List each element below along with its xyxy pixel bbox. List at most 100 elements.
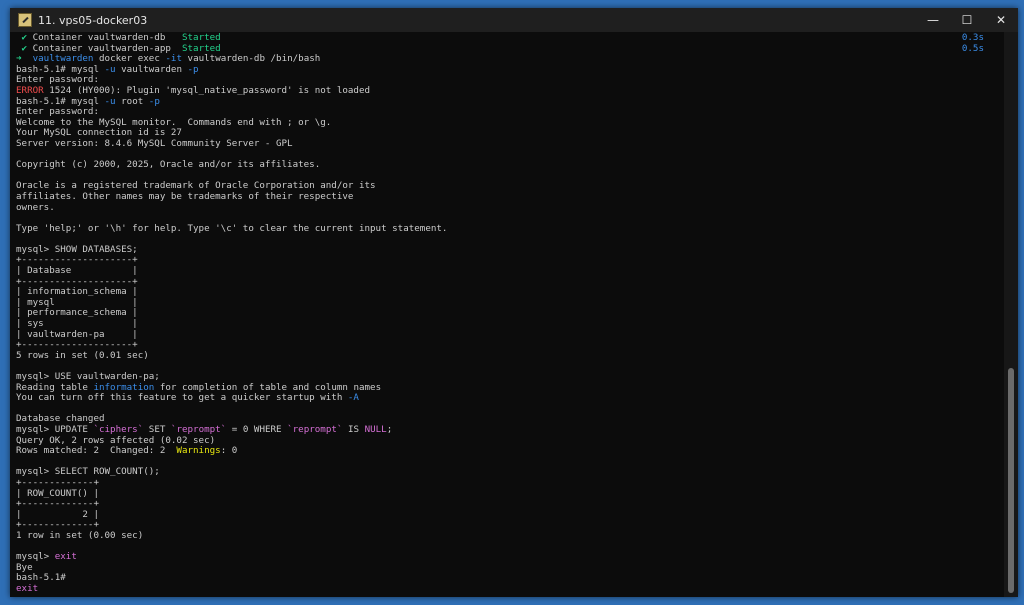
terminal-text: NULL [364,423,387,435]
terminal-line: | mysql | [16,296,1004,309]
terminal-text: 1 row in set (0.00 sec) [16,529,144,541]
terminal-text: | 2 | [16,508,99,520]
terminal-text: root [115,95,149,107]
terminal-text: affiliates. Other names may be trademark… [16,190,354,202]
terminal-text: IS [342,423,365,435]
terminal-text: docker exec [93,53,166,65]
terminal-text: SET [143,423,171,435]
window-title: 11. vps05-docker03 [38,13,148,27]
terminal-text: 5 rows in set (0.01 sec) [16,349,149,361]
terminal-output[interactable]: ✔ Container vaultwarden-db Started 0.3s ✔… [10,32,1004,597]
terminal-line: Type 'help;' or '\h' for help. Type '\c'… [16,222,1004,235]
terminal-text: bash-5.1# mysql [16,63,105,75]
terminal-text: Oracle is a registered trademark of Orac… [16,180,376,192]
terminal-text: Enter password: [16,106,99,118]
terminal-text: You can turn off this feature to get a q… [16,392,348,404]
scrollbar-thumb[interactable] [1008,368,1014,593]
terminal-line: | information_schema | [16,286,1004,298]
terminal-text: Type 'help;' or '\h' for help. Type '\c'… [16,222,448,234]
terminal-text: Bye [16,561,33,573]
terminal-text: `ciphers` [93,423,144,435]
terminal-line: +-------------+ [16,520,1004,531]
terminal-line: Copyright (c) 2000, 2025, Oracle and/or … [16,159,1004,171]
terminal-text: | sys | [16,318,138,330]
terminal-text: owners. [16,201,55,213]
terminal-text: -it [165,53,182,65]
terminal-window: 11. vps05-docker03 — ☐ ✕ ✔ Container vau… [10,8,1018,597]
timing-label: 0.5s [961,42,984,54]
terminal-text: ✔ [16,42,33,54]
terminal-text: vaultwarden [115,63,188,75]
terminal-text: Container vaultwarden-db [32,32,182,43]
terminal-line: affiliates. Other names may be trademark… [16,190,1004,203]
terminal-line: | 2 | [16,508,1004,521]
terminal-text: `reprompt` [170,423,227,435]
terminal-text: Enter password: [16,74,99,86]
terminal-line: mysql> SELECT ROW_COUNT(); [16,467,1004,478]
close-button[interactable]: ✕ [984,8,1018,32]
terminal-line: mysql> exit [16,551,1004,563]
terminal-line: Bye [16,561,1004,574]
terminal-line: ERROR 1524 (HY000): Plugin 'mysql_native… [16,84,1004,97]
terminal-text: +-------------+ [16,498,99,510]
terminal-line: | performance_schema | [16,308,1004,319]
terminal-text: mysql> USE vaultwarden-pa; [16,371,160,382]
terminal-text: vaultwarden-db /bin/bash [182,53,321,65]
minimize-button[interactable]: — [916,8,950,32]
terminal-text: Database changed [16,413,105,425]
terminal-text: mysql> SELECT ROW_COUNT(); [16,466,160,478]
terminal-text: ERROR [16,84,44,96]
terminal-line: bash-5.1# [16,572,1004,584]
terminal-text: = 0 WHERE [226,423,288,435]
terminal-text: Copyright (c) 2000, 2025, Oracle and/or … [16,159,321,171]
terminal-text: -u [104,95,116,107]
terminal-line: exit [16,582,1004,595]
terminal-text: vaultwarden [27,53,94,65]
terminal-text: -p [148,95,160,107]
terminal-text: -p [187,63,199,75]
terminal-text: mysql> SHOW DATABASES; [16,243,138,255]
terminal-line: bash-5.1# mysql -u root -p [16,95,1004,108]
terminal-text: for completion of table and column names [154,381,382,393]
terminal-text: | information_schema | [16,286,138,298]
terminal-text: bash-5.1# mysql [16,95,105,107]
terminal-text: Started [181,32,221,43]
terminal-text: +-------------+ [16,519,99,531]
terminal-text: | ROW_COUNT() | [16,487,99,499]
terminal-text: -u [104,63,116,75]
terminal-text: exit [16,582,39,594]
terminal-text: Started [181,42,221,54]
terminal-line: +-------------+ [16,498,1004,510]
terminal-text: -A [347,392,359,404]
terminal-line: 1 row in set (0.00 sec) [16,529,1004,542]
terminal-text: ; [386,423,393,435]
title-bar[interactable]: 11. vps05-docker03 — ☐ ✕ [10,8,1018,32]
terminal-text: Container vaultwarden-app [32,42,182,54]
terminal-line: Server version: 8.4.6 MySQL Community Se… [16,137,1004,150]
terminal-text: Server version: 8.4.6 MySQL Community Se… [16,137,293,149]
terminal-line: | vaultwarden-pa | [16,329,1004,341]
terminal-text: +--------------------+ [16,254,138,266]
terminal-text: mysql> UPDATE [16,423,94,435]
terminal-text: Query OK, 2 rows affected (0.02 sec) [16,434,216,446]
scrollbar[interactable] [1004,32,1018,597]
maximize-button[interactable]: ☐ [950,8,984,32]
terminal-line: +--------------------+ [16,276,1004,288]
terminal-line: Rows matched: 2 Changed: 2 Warnings: 0 [16,445,1004,457]
terminal-text: Your MySQL connection id is 27 [16,127,182,139]
terminal-line: +--------------------+ [16,339,1004,351]
terminal-text: 1524 (HY000): Plugin 'mysql_native_passw… [43,84,371,96]
terminal-text: mysql> [16,551,55,563]
terminal-text: | mysql | [16,296,138,308]
timing-label: 0.3s [961,32,984,43]
terminal-text: bash-5.1# [16,572,66,584]
terminal-line: mysql> SHOW DATABASES; [16,243,1004,256]
terminal-text: Reading table [16,381,94,393]
terminal-line: | Database | [16,265,1004,277]
terminal-text: ✔ [16,32,33,43]
terminal-line: +-------------+ [16,477,1004,489]
terminal-text: | performance_schema | [16,307,138,319]
terminal-text: Welcome to the MySQL monitor. Commands e… [16,116,332,128]
